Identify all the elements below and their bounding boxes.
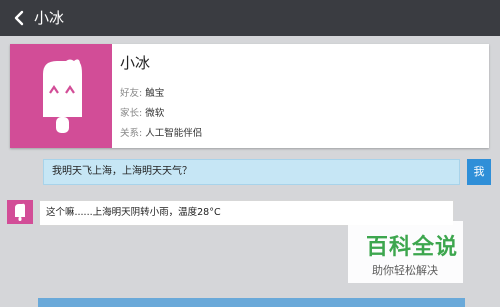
user-message-bubble: 我明天飞上海，上海明天天气？ xyxy=(43,159,460,185)
popsicle-icon xyxy=(15,203,25,221)
profile-card: 小冰 好友: 触宝 家长: 微软 关系: 人工智能伴侣 xyxy=(10,44,489,148)
friend-label: 好友: xyxy=(120,88,143,99)
popsicle-icon xyxy=(43,59,82,133)
relation-row: 关系: 人工智能伴侣 xyxy=(120,125,202,139)
back-arrow-icon[interactable] xyxy=(10,8,30,28)
top-bar: 小冰 xyxy=(0,0,500,36)
watermark-title: 百科全说 xyxy=(366,235,459,260)
avatar xyxy=(10,44,112,148)
relation-label: 关系: xyxy=(120,128,143,139)
parent-label: 家长: xyxy=(120,108,143,119)
parent-row: 家长: 微软 xyxy=(120,105,164,119)
friend-row: 好友: 触宝 xyxy=(120,85,164,99)
watermark-subtitle: 助你轻松解决 xyxy=(372,264,438,277)
bottom-input-bar[interactable] xyxy=(38,298,465,307)
watermark-logo: 百科全说 助你轻松解决 xyxy=(348,221,463,283)
relation-value: 人工智能伴侣 xyxy=(145,128,203,139)
parent-value: 微软 xyxy=(145,108,165,119)
friend-value: 触宝 xyxy=(145,88,165,99)
profile-name: 小冰 xyxy=(120,54,151,72)
user-avatar-tag: 我 xyxy=(467,159,491,185)
bot-avatar xyxy=(7,200,33,224)
page-title: 小冰 xyxy=(34,9,65,27)
